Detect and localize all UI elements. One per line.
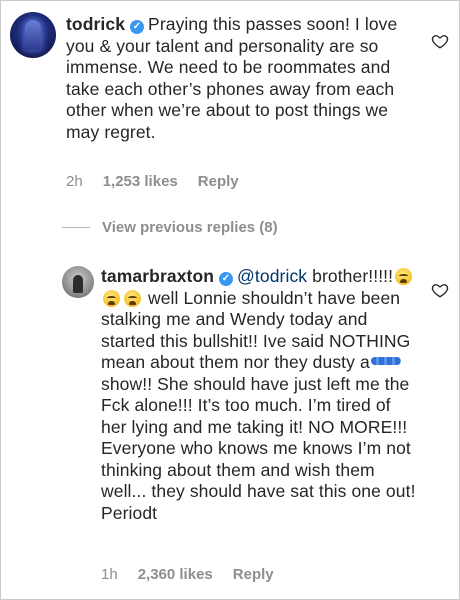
like-count[interactable]: 1,253 likes [103,173,178,190]
weary-face-emoji [103,289,120,307]
username-todrick[interactable]: todrick [66,14,125,34]
comment-todrick: todrick ✓ Praying this passes soon! I love… [66,14,416,143]
like-heart-icon[interactable] [431,281,449,299]
avatar-tamarbraxton[interactable] [62,266,94,298]
avatar-figure [25,20,41,50]
username-tamarbraxton[interactable]: tamarbraxton [101,266,214,286]
avatar-todrick[interactable] [10,12,56,58]
replies-divider-line [62,227,90,228]
timestamp: 2h [66,173,83,190]
reply-button[interactable]: Reply [198,173,239,190]
mention-link[interactable]: @todrick [237,266,307,286]
comment-text-part1: brother!!!!! [312,266,394,286]
comment-text-part2: well Lonnie shouldn’t have been stalking… [101,287,411,373]
reply-button[interactable]: Reply [233,566,274,583]
comment-text-part3: show!! She should have just left me the … [101,373,416,523]
comment-meta-tamarbraxton: 1h 2,360 likes Reply [101,566,274,583]
like-count[interactable]: 2,360 likes [138,566,213,583]
scribble-redaction-mark [370,357,401,365]
verified-badge-icon: ✓ [219,272,234,286]
verified-badge-icon: ✓ [130,20,145,34]
comment-tamarbraxton: tamarbraxton ✓ @todrick brother!!!!! well … [101,266,419,524]
timestamp: 1h [101,566,118,583]
avatar-figure [73,275,83,293]
view-previous-replies-button[interactable]: View previous replies (8) [62,219,278,236]
comment-meta-todrick: 2h 1,253 likes Reply [66,173,239,190]
like-heart-icon[interactable] [431,32,449,50]
weary-face-emoji [124,289,141,307]
view-replies-label: View previous replies (8) [102,219,278,236]
weary-face-emoji [395,268,413,285]
